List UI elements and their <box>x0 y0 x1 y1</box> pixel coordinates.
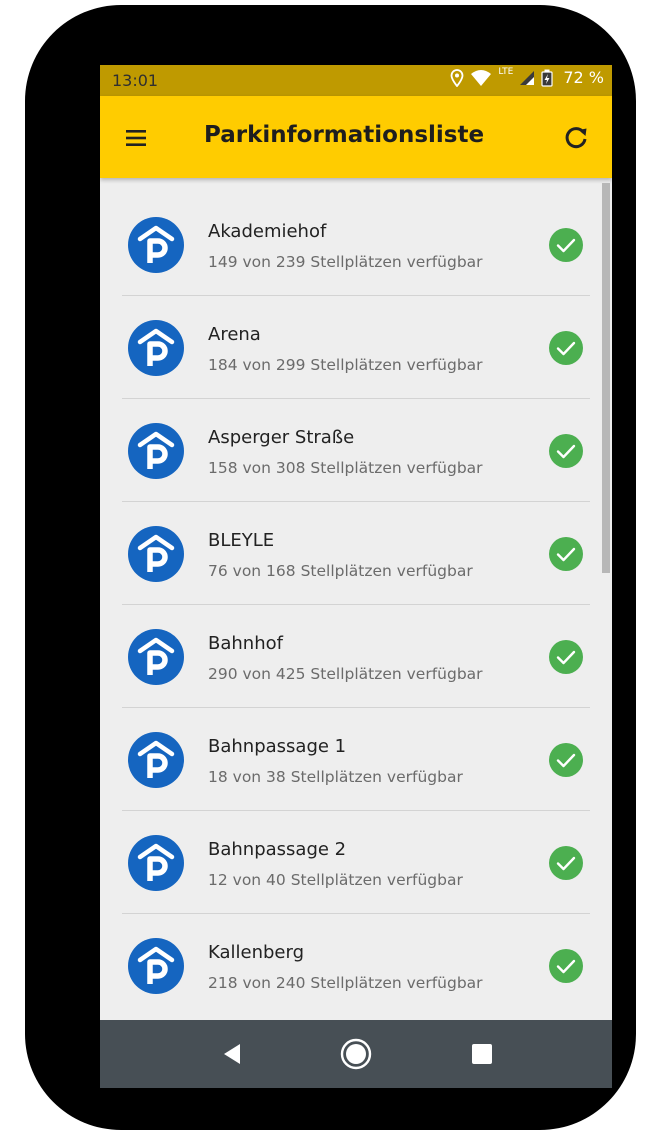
list-item[interactable]: BLEYLE 76 von 168 Stellplätzen verfügbar <box>122 502 590 605</box>
status-bar: 13:01 LTE 72 % <box>100 65 612 96</box>
parking-icon <box>128 526 184 582</box>
parking-name: Asperger Straße <box>208 427 355 448</box>
parking-icon <box>128 423 184 479</box>
check-icon <box>549 949 583 983</box>
check-icon <box>549 331 583 365</box>
list-item[interactable]: Bahnpassage 2 12 von 40 Stellplätzen ver… <box>122 811 590 914</box>
status-time: 13:01 <box>112 71 159 90</box>
parking-name: BLEYLE <box>208 530 275 551</box>
parking-icon <box>128 629 184 685</box>
check-icon <box>549 434 583 468</box>
battery-icon <box>541 69 553 87</box>
parking-icon <box>128 835 184 891</box>
check-icon <box>549 228 583 262</box>
check-icon <box>549 640 583 674</box>
list-item[interactable]: Kallenberg 218 von 240 Stellplätzen verf… <box>122 914 590 1016</box>
parking-icon <box>128 938 184 994</box>
back-button[interactable] <box>216 1038 248 1070</box>
phone-frame: 13:01 LTE 72 % Parkinformationsliste Aka… <box>25 5 636 1130</box>
recents-button[interactable] <box>466 1038 498 1070</box>
parking-icon <box>128 217 184 273</box>
parking-name: Akademiehof <box>208 221 327 242</box>
parking-icon <box>128 732 184 788</box>
parking-name: Bahnpassage 1 <box>208 736 347 757</box>
list-item[interactable]: Bahnpassage 1 18 von 38 Stellplätzen ver… <box>122 708 590 811</box>
location-icon <box>450 68 464 87</box>
list-item[interactable]: Arena 184 von 299 Stellplätzen verfügbar <box>122 296 590 399</box>
battery-percent: 72 % <box>563 68 604 87</box>
parking-icon <box>128 320 184 376</box>
availability-text: 158 von 308 Stellplätzen verfügbar <box>208 459 483 477</box>
check-icon <box>549 743 583 777</box>
parking-name: Kallenberg <box>208 942 305 963</box>
availability-text: 184 von 299 Stellplätzen verfügbar <box>208 356 483 374</box>
list-item[interactable]: Bahnhof 290 von 425 Stellplätzen verfügb… <box>122 605 590 708</box>
availability-text: 290 von 425 Stellplätzen verfügbar <box>208 665 483 683</box>
parking-list: Akademiehof 149 von 239 Stellplätzen ver… <box>100 193 612 1016</box>
page-title: Parkinformationsliste <box>204 122 485 148</box>
refresh-icon <box>565 127 587 149</box>
navigation-bar <box>100 1020 612 1088</box>
network-type: LTE <box>498 66 514 77</box>
home-button[interactable] <box>340 1038 372 1070</box>
list-item[interactable]: Akademiehof 149 von 239 Stellplätzen ver… <box>122 193 590 296</box>
screen: 13:01 LTE 72 % Parkinformationsliste Aka… <box>100 65 612 1088</box>
recents-icon <box>472 1044 492 1064</box>
parking-name: Arena <box>208 324 261 345</box>
availability-text: 76 von 168 Stellplätzen verfügbar <box>208 562 473 580</box>
refresh-button[interactable] <box>558 120 594 156</box>
parking-name: Bahnhof <box>208 633 283 654</box>
availability-text: 218 von 240 Stellplätzen verfügbar <box>208 974 483 992</box>
status-icons: LTE 72 % <box>450 66 604 87</box>
scrollbar[interactable] <box>602 183 610 573</box>
availability-text: 18 von 38 Stellplätzen verfügbar <box>208 768 463 786</box>
signal-icon <box>520 70 535 85</box>
availability-text: 149 von 239 Stellplätzen verfügbar <box>208 253 483 271</box>
app-bar: Parkinformationsliste <box>100 96 612 178</box>
back-icon <box>224 1044 240 1064</box>
home-icon <box>340 1038 372 1070</box>
menu-button[interactable] <box>116 122 156 154</box>
parking-name: Bahnpassage 2 <box>208 839 347 860</box>
check-icon <box>549 846 583 880</box>
availability-text: 12 von 40 Stellplätzen verfügbar <box>208 871 463 889</box>
list-item[interactable]: Asperger Straße 158 von 308 Stellplätzen… <box>122 399 590 502</box>
menu-icon <box>126 130 146 146</box>
check-icon <box>549 537 583 571</box>
wifi-icon <box>471 69 492 86</box>
